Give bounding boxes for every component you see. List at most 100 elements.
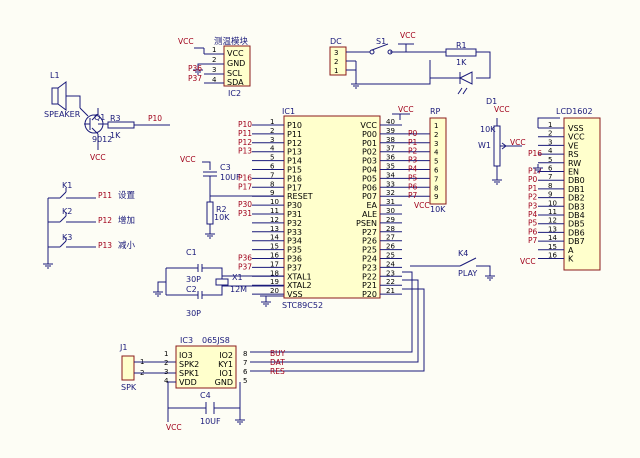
svg-text:减小: 减小 <box>118 240 136 251</box>
j1-label: SPK <box>121 383 137 392</box>
ic1-pin-14-name: P34 <box>287 237 302 246</box>
ic1-pin-5-name: P14 <box>287 157 302 166</box>
ic1-pin-2-net: P11 <box>238 129 252 138</box>
lcd-ref: LCD1602 <box>556 107 593 116</box>
rp-pin-6: 6 <box>434 167 439 175</box>
ic1-pin-21-num: 21 <box>386 287 395 295</box>
ic1-pin-37-name: P02 <box>362 148 377 157</box>
ic1-pin-13-name: P33 <box>287 228 302 237</box>
ic3-pin-3-name: SPK1 <box>179 369 199 378</box>
ic1-pin-26-num: 26 <box>386 243 395 251</box>
ic1-pin-22-name: P21 <box>362 281 377 290</box>
s1-ref: S1 <box>376 37 386 46</box>
x1-ref: X1 <box>232 273 243 282</box>
ic1-pin-4-name: P13 <box>287 148 302 157</box>
lcd-pin-14-net: P7 <box>528 236 538 245</box>
lcd-pin-11-num: 11 <box>548 208 557 216</box>
lcd-pin-12-name: DB5 <box>568 220 585 229</box>
ic1-pin-9-num: 9 <box>270 189 274 197</box>
ic1-pin-16-name: P36 <box>287 255 302 264</box>
ic2-scl-net: P36 <box>188 64 202 73</box>
svg-text:K4: K4 <box>458 249 468 258</box>
key-k3[interactable]: K3 P13 减小 <box>48 233 136 251</box>
speaker-icon <box>51 81 67 111</box>
lcd-pin-9-net: P2 <box>528 193 538 202</box>
w1-vcc-2: VCC <box>510 138 526 147</box>
lcd-pin-3-name: VE <box>568 141 579 150</box>
lcd-pin-4-net: P16 <box>528 149 542 158</box>
rp-value: 10K <box>430 205 446 214</box>
lcd-pin-3-num: 3 <box>548 138 552 146</box>
ic1-pin-8-num: 8 <box>270 180 274 188</box>
ic1-pin-16-net: P36 <box>238 254 252 263</box>
lcd-pin-14-name: DB7 <box>568 237 585 246</box>
ic3-pin-8-num: 8 <box>243 350 247 358</box>
ic1-pin-15-name: P35 <box>287 246 302 255</box>
ic1-pin-18-num: 18 <box>270 269 279 277</box>
key-k2[interactable]: K2 P12 增加 <box>48 207 135 226</box>
j1-body <box>121 355 135 381</box>
ic1-pin-4-num: 4 <box>270 145 275 153</box>
svg-text:P13: P13 <box>98 241 112 250</box>
ic1-pin-40-name: VCC <box>360 121 377 130</box>
ic1-pin-20-num: 20 <box>270 287 279 295</box>
dc-pin-3: 3 <box>334 49 338 57</box>
ic1-pin-6-num: 6 <box>270 163 275 171</box>
ic1-pin-30-name: ALE <box>362 210 377 219</box>
ic1-pin-10-name: P30 <box>287 201 302 210</box>
ic3-pin-2-num: 2 <box>164 359 168 367</box>
ic2-pin-1-name: VCC <box>227 49 244 58</box>
ic1-pin-11-name: P31 <box>287 210 302 219</box>
rp-pin-2: 2 <box>434 131 438 139</box>
dc-ref: DC <box>330 37 342 46</box>
ic1-pin-26-name: P25 <box>362 246 377 255</box>
ic1-pin-8-name: P17 <box>287 183 302 192</box>
ic1-vcc: VCC <box>398 105 414 114</box>
ic1-pin-36-net: P3 <box>408 156 418 165</box>
x1-crystal <box>215 278 229 286</box>
lcd-pin-2-num: 2 <box>548 130 552 138</box>
ic1-pin-7-net: P16 <box>238 173 252 182</box>
speaker-label: SPEAKER <box>44 110 81 119</box>
key-k4-play[interactable]: K4 PLAY <box>410 249 495 281</box>
ic1-pin-4-net: P13 <box>238 147 252 156</box>
ic1-pin-1-name: P10 <box>287 121 302 130</box>
s1-vcc: VCC <box>400 31 416 40</box>
ic1-pin-11-num: 11 <box>270 207 279 215</box>
ic2-pin-2-num: 2 <box>212 56 216 64</box>
ic1-pin-11-net: P31 <box>238 209 252 218</box>
lcd-pin-9-name: DB2 <box>568 194 585 203</box>
ic3-pin-7-name: KY1 <box>218 360 233 369</box>
ic1-pin-25-name: P24 <box>362 255 377 264</box>
ic1-pin-35-name: P04 <box>362 166 377 175</box>
ic1-pin-31-num: 31 <box>386 198 395 206</box>
rp-pin-9: 9 <box>434 193 438 201</box>
ic1-pin-23-name: P22 <box>362 272 377 281</box>
ic1-pin-35-num: 35 <box>386 163 395 171</box>
ic2-pin-2-name: GND <box>227 59 245 68</box>
c4-value: 10UF <box>200 417 221 426</box>
ic2-vcc-label: VCC <box>178 37 194 46</box>
ic3-net-labels: BUYDATRES <box>270 349 286 376</box>
rp-pins: 123456789 <box>434 122 439 201</box>
dc-pin-1: 1 <box>334 67 338 75</box>
w1-vcc: VCC <box>494 105 510 114</box>
lcd-pin-16-name: K <box>568 255 574 264</box>
rp-pin-3: 3 <box>434 140 438 148</box>
schematic: 测温模块 VCC GND SCL SDA 1 2 3 4 VCC P36 P37… <box>43 31 601 432</box>
lcd1602: LCD1602 1 VSS2 VCC3 VE4 RSP165 RW6 ENP177 DB0P0… <box>520 107 601 271</box>
ic1-pin-37-net: P2 <box>408 147 418 156</box>
ic1-pin-38-net: P1 <box>408 138 418 147</box>
ic2-pin-1-num: 1 <box>212 46 216 54</box>
lcd-pin-16-num: 16 <box>548 252 557 260</box>
ic3-pin-2-name: SPK2 <box>179 360 199 369</box>
ic3-ref: IC3 <box>180 336 193 345</box>
c1-ref: C1 <box>186 248 197 257</box>
ic1-pin-24-num: 24 <box>386 260 395 268</box>
ic2-ref: IC2 <box>228 89 241 98</box>
ic3-pin-6-name: IO1 <box>219 369 233 378</box>
key-k1[interactable]: K1 P11 设置 <box>48 181 136 201</box>
r2-value: 10K <box>214 213 230 222</box>
ic3-part: 065JS8 <box>202 336 230 345</box>
ic1-pin-20-name: VSS <box>287 290 303 299</box>
